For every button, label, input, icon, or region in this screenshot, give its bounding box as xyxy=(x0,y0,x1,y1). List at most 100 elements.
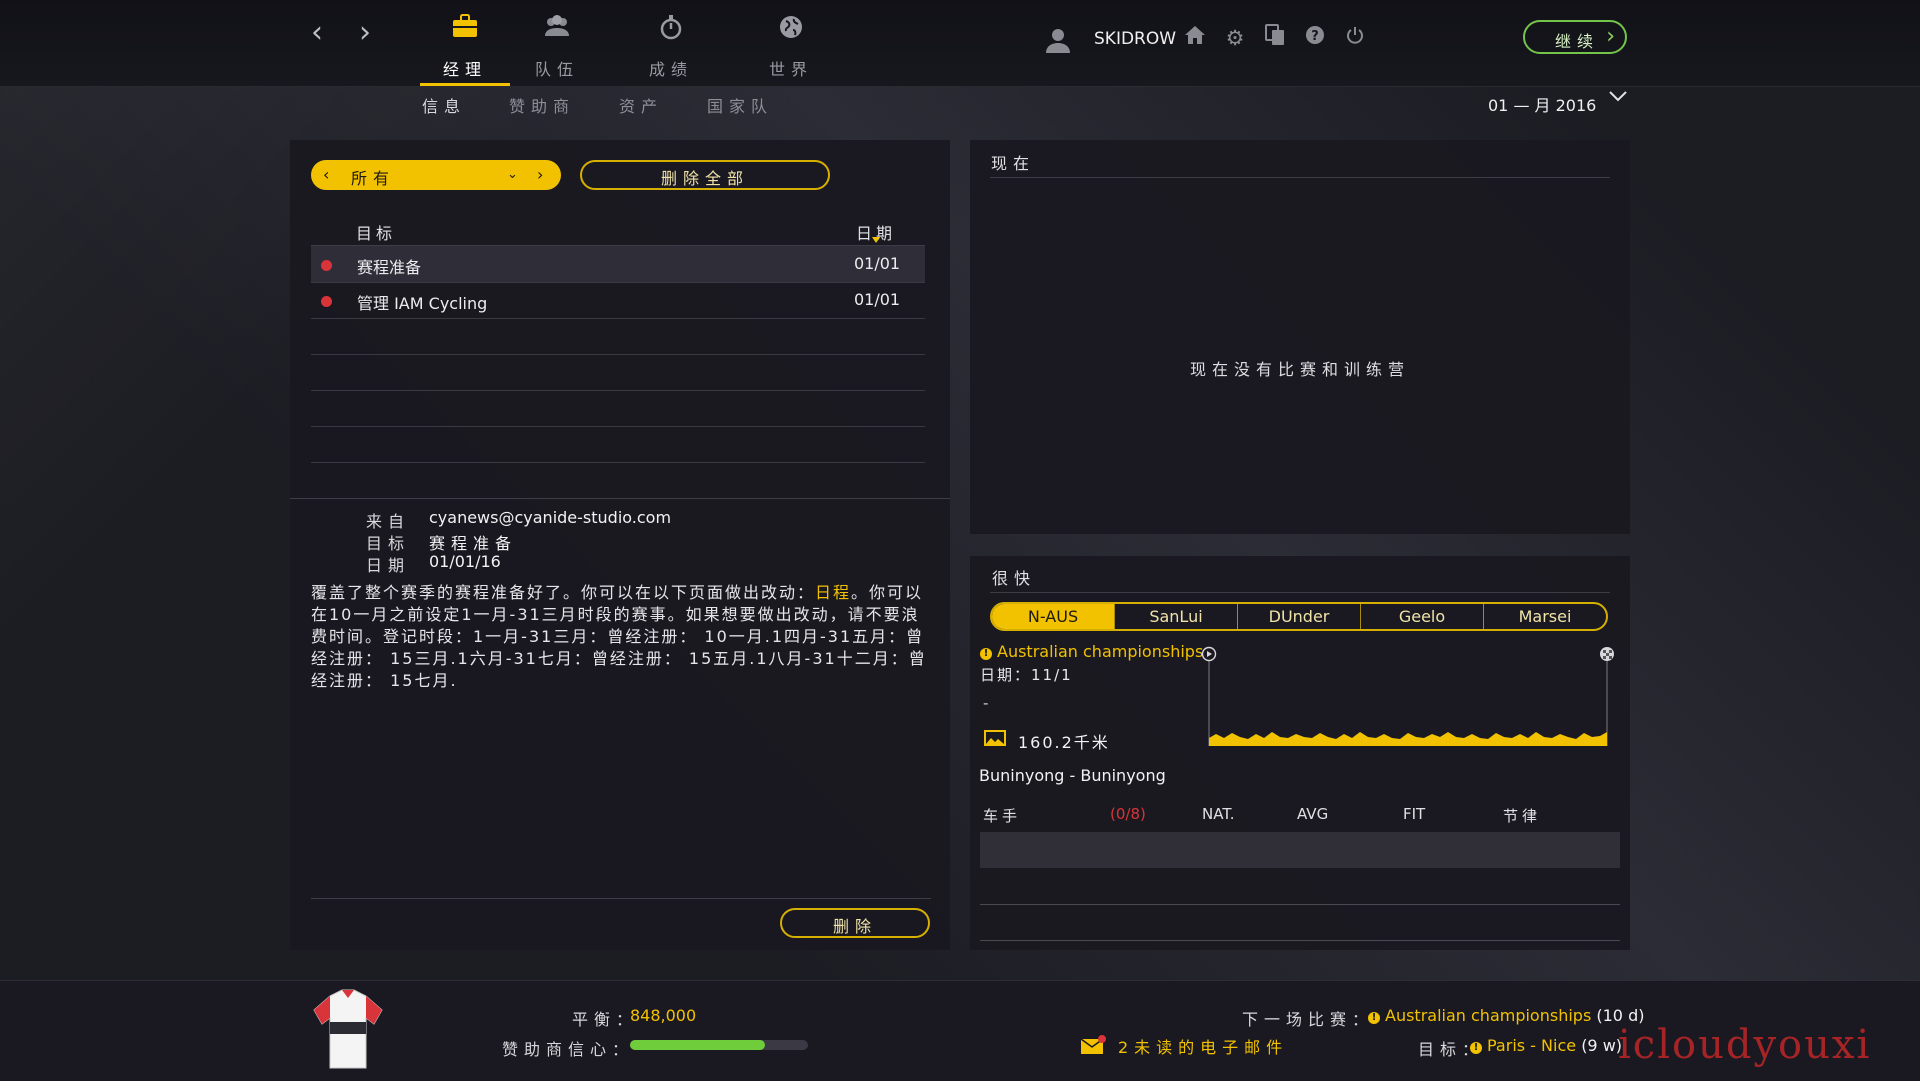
chevron-right-icon: › xyxy=(1606,24,1615,49)
finish-flag-icon xyxy=(1600,647,1614,661)
gear-icon[interactable]: ⚙ xyxy=(1221,24,1249,52)
empty-message-row xyxy=(311,354,925,391)
rider-row[interactable] xyxy=(980,904,1620,941)
race-detail: - xyxy=(983,694,989,712)
sponsor-confidence-bar xyxy=(630,1040,808,1050)
tab-manager[interactable]: 经理 xyxy=(420,14,510,80)
team-jersey-icon[interactable] xyxy=(312,988,384,1072)
footer-divider xyxy=(311,898,931,899)
race-name[interactable]: ! Australian championships xyxy=(980,642,1203,661)
balance-value: 848,000 xyxy=(630,1006,697,1025)
subject-label: 目标 xyxy=(366,534,411,553)
column-header-subject[interactable]: 目标 xyxy=(356,220,396,244)
globe-icon xyxy=(746,14,836,46)
race-distance: 160.2千米 xyxy=(1018,733,1110,752)
continue-button[interactable]: 继续 › xyxy=(1523,20,1627,54)
info-icon: ! xyxy=(1368,1012,1380,1024)
from-value: cyanews@cyanide-studio.com xyxy=(429,508,672,527)
continue-label: 继续 xyxy=(1555,32,1600,51)
next-race-name: Australian championships xyxy=(1385,1006,1592,1025)
briefcase-icon xyxy=(420,14,510,46)
username: SKIDROW xyxy=(1094,29,1177,49)
elevation-profile xyxy=(1209,732,1607,746)
race-name-text: Australian championships xyxy=(997,642,1204,661)
goal-race-name: Paris - Nice xyxy=(1487,1036,1577,1055)
rider-row[interactable] xyxy=(980,868,1620,905)
race-tab[interactable]: SanLui xyxy=(1114,604,1237,629)
calendar-link[interactable]: 日程 xyxy=(815,583,851,602)
play-icon[interactable] xyxy=(1201,646,1217,662)
message-filter-selector[interactable]: ‹ 所有 ⌄ › xyxy=(311,160,561,190)
help-icon[interactable]: ? xyxy=(1301,24,1329,52)
delete-all-button[interactable]: 删除全部 xyxy=(580,160,830,190)
chevron-left-icon[interactable]: ‹ xyxy=(323,165,329,184)
svg-text:?: ? xyxy=(1311,29,1319,44)
race-tab[interactable]: Geelo xyxy=(1360,604,1483,629)
race-tab[interactable]: N-AUS xyxy=(992,604,1114,629)
column-header-avg: AVG xyxy=(1297,805,1329,823)
team-icon xyxy=(512,14,602,46)
tab-world[interactable]: 世界 xyxy=(746,14,836,80)
column-header-rider: 车手 xyxy=(983,807,1022,825)
top-bar: ‹ › 经理 队伍 成绩 世界 SKIDROW ⚙ ? 继续 › xyxy=(0,0,1920,87)
chevron-down-icon[interactable] xyxy=(1608,88,1628,104)
terrain-icon xyxy=(984,730,1006,746)
race-tab[interactable]: DUnder xyxy=(1237,604,1360,629)
subtab-assets[interactable]: 资产 xyxy=(619,93,663,117)
active-tab-indicator xyxy=(420,83,510,86)
filter-label: 所有 xyxy=(351,169,396,188)
tab-label: 世界 xyxy=(768,60,813,79)
delete-button[interactable]: 删除 xyxy=(780,908,930,938)
home-icon[interactable] xyxy=(1181,24,1209,52)
soon-title-divider xyxy=(990,592,1610,593)
race-tabs: N-AUS SanLui DUnder Geelo Marsei xyxy=(990,602,1608,631)
date-value: 01/01/16 xyxy=(429,552,501,571)
race-date: 日期：11/1 xyxy=(980,666,1073,684)
tab-label: 经理 xyxy=(442,60,487,79)
unread-mail-count[interactable]: 2未读的电子邮件 xyxy=(1118,1034,1288,1058)
no-events-message: 现在没有比赛和训练营 xyxy=(1189,360,1410,379)
rider-count: (0/8) xyxy=(1110,805,1146,823)
mail-icon[interactable] xyxy=(1080,1035,1106,1055)
column-header-nat: NAT. xyxy=(1202,805,1235,823)
message-body: 覆盖了整个赛季的赛程准备好了。你可以在以下页面做出改动：日程。你可以在10一月之… xyxy=(311,582,933,692)
rider-row[interactable] xyxy=(980,832,1620,868)
next-race-label: 下一场比赛： xyxy=(1242,1010,1375,1029)
subject-value: 赛程准备 xyxy=(429,534,518,553)
column-header-fit: FIT xyxy=(1403,805,1426,823)
detail-divider xyxy=(290,498,950,499)
tab-results[interactable]: 成绩 xyxy=(626,14,716,80)
empty-message-row xyxy=(311,426,925,463)
race-route: Buninyong - Buninyong xyxy=(979,766,1166,785)
sponsor-confidence-label: 赞助商信心： xyxy=(502,1040,635,1059)
subtab-sponsors[interactable]: 赞助商 xyxy=(509,93,575,117)
message-body-text: 覆盖了整个赛季的赛程准备好了。你可以在以下页面做出改动： xyxy=(311,583,816,602)
stopwatch-icon xyxy=(626,14,716,46)
info-icon: ! xyxy=(980,648,992,660)
forward-arrow-icon[interactable]: › xyxy=(350,18,380,48)
goal-race[interactable]: ! Paris - Nice (9 w) xyxy=(1470,1036,1622,1055)
balance-label: 平衡： xyxy=(572,1010,639,1029)
message-row[interactable]: 赛程准备 01/01 xyxy=(311,246,925,283)
back-arrow-icon[interactable]: ‹ xyxy=(302,18,332,48)
copy-icon[interactable] xyxy=(1261,24,1289,52)
current-date: 01 — 月 2016 xyxy=(1488,96,1597,115)
unread-dot-icon xyxy=(321,296,332,307)
subtab-info[interactable]: 信息 xyxy=(422,93,466,117)
date-label: 日期 xyxy=(366,556,411,575)
power-icon[interactable] xyxy=(1341,24,1369,52)
now-panel-title: 现在 xyxy=(991,154,1036,173)
goal-weeks: (9 w) xyxy=(1581,1036,1623,1055)
message-row[interactable]: 管理 IAM Cycling 01/01 xyxy=(311,282,925,319)
next-race[interactable]: ! Australian championships (10 d) xyxy=(1368,1006,1644,1025)
tab-team[interactable]: 队伍 xyxy=(512,14,602,80)
message-subject: 赛程准备 xyxy=(357,258,422,277)
message-date: 01/01 xyxy=(854,254,901,273)
race-tab[interactable]: Marsei xyxy=(1483,604,1606,629)
chevron-right-icon[interactable]: › xyxy=(537,165,543,184)
subtab-national-team[interactable]: 国家队 xyxy=(707,93,773,117)
tab-label: 成绩 xyxy=(648,60,693,79)
chevron-down-icon[interactable]: ⌄ xyxy=(507,167,518,182)
from-label: 来自 xyxy=(366,512,411,531)
info-icon: ! xyxy=(1470,1042,1482,1054)
